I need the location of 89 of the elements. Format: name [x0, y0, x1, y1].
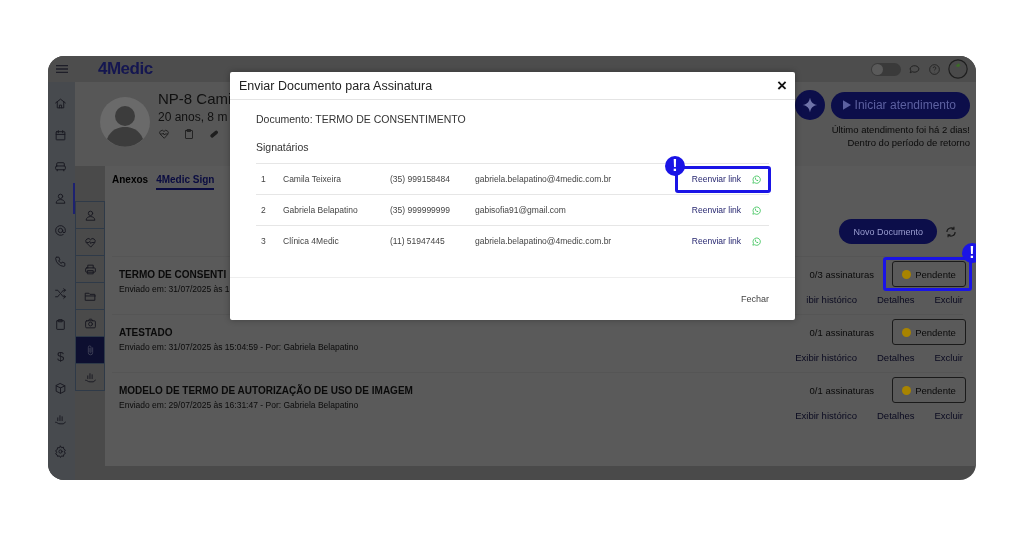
toggle-switch[interactable]	[871, 62, 901, 76]
avatar-icon[interactable]	[948, 59, 968, 79]
settings-icon[interactable]	[54, 444, 67, 458]
alert-badge: !	[664, 155, 685, 176]
signer-name: Camila Teixeira	[283, 174, 342, 184]
status-button[interactable]: Pendente	[892, 377, 966, 403]
calendar-icon[interactable]	[54, 128, 67, 142]
document-name: Documento: TERMO DE CONSENTIMENTO	[256, 113, 467, 125]
alert-badge: !	[962, 243, 976, 263]
action-link[interactable]: Detalhes	[877, 294, 915, 305]
signer-email: gabriela.belapatino@4medic.com.br	[475, 174, 613, 184]
clipboard-icon[interactable]	[54, 318, 67, 332]
section-heading: Signatários	[256, 141, 310, 153]
patient-age: 20 anos, 8 m	[158, 110, 229, 124]
chat-icon[interactable]	[908, 62, 921, 76]
refresh-icon[interactable]	[944, 224, 958, 239]
person-icon[interactable]	[83, 208, 97, 222]
menu-icon[interactable]	[56, 64, 68, 74]
signer-phone: (11) 51947445	[390, 236, 446, 246]
return-note: Dentro do período de retorno	[847, 136, 970, 149]
chart-icon[interactable]	[83, 370, 97, 384]
sent-info: Enviado em: 31/07/2025 às 1	[119, 284, 230, 294]
box-icon[interactable]	[54, 381, 67, 395]
resend-link[interactable]: Reenviar link	[691, 205, 741, 215]
status-button[interactable]: Pendente	[892, 261, 966, 287]
person-icon[interactable]	[54, 192, 67, 206]
sparkle-button[interactable]	[794, 90, 825, 120]
action-link[interactable]: Excluir	[934, 294, 963, 305]
heart-pulse-icon[interactable]	[83, 235, 97, 249]
shuffle-icon[interactable]	[54, 286, 67, 300]
camera-icon[interactable]	[83, 316, 97, 330]
heart-pulse-icon[interactable]	[158, 128, 170, 140]
new-document-button[interactable]: Novo Documento	[839, 219, 937, 244]
logo: 4Medic	[98, 59, 153, 79]
home-icon[interactable]	[54, 97, 67, 111]
document-title: ATESTADO	[119, 327, 174, 338]
document-title: TERMO DE CONSENTI	[119, 269, 228, 280]
close-dialog-button[interactable]: Fechar	[735, 293, 775, 305]
action-link[interactable]: Exibir histórico	[795, 410, 857, 421]
nav-item[interactable]: $	[48, 340, 75, 373]
sent-info: Enviado em: 29/07/2025 às 16:31:47 - Por: Gabriela Belapatino	[119, 400, 360, 410]
status-dot	[902, 269, 912, 279]
signer-name: Gabriela Belapatino	[283, 205, 359, 215]
action-link[interactable]: ibir histórico	[806, 294, 857, 305]
chart-icon[interactable]	[54, 413, 67, 427]
action-link[interactable]: Excluir	[934, 410, 963, 421]
tab[interactable]: Anexos	[112, 168, 149, 190]
last-visit-note: Último atendimento foi há 2 dias!	[831, 123, 970, 136]
dialog-title: Enviar Documento para Assinatura	[239, 78, 433, 93]
row-number: 2	[261, 205, 267, 215]
signer-name: Clínica 4Medic	[283, 236, 340, 246]
chat-bubble-icon[interactable]	[751, 204, 762, 216]
start-appointment-button[interactable]: Iniciar atendimento	[830, 91, 970, 119]
signer-email: gabriela.belapatino@4medic.com.br	[475, 236, 613, 246]
phone-icon[interactable]	[54, 255, 67, 269]
avatar	[100, 97, 150, 147]
signature-count: 0/1 assinaturas	[809, 326, 874, 338]
at-sign-icon[interactable]	[54, 223, 67, 237]
resend-link[interactable]: Reenviar link	[691, 236, 741, 246]
resend-link[interactable]: Reenviar link	[691, 174, 741, 184]
chat-bubble-icon[interactable]	[751, 173, 762, 185]
signer-phone: (35) 999999999	[390, 205, 452, 215]
document-title: MODELO DE TERMO DE AUTORIZAÇÃO DE USO DE IMAGEM	[119, 385, 413, 396]
tool-button[interactable]	[75, 363, 105, 391]
close-button[interactable]: ×	[777, 75, 787, 96]
action-link[interactable]: Excluir	[934, 352, 963, 363]
action-link[interactable]: Detalhes	[877, 410, 915, 421]
sofa-icon[interactable]	[54, 160, 67, 174]
clipboard-icon[interactable]	[183, 128, 195, 140]
signer-phone: (35) 999158484	[390, 174, 452, 184]
sent-info: Enviado em: 31/07/2025 às 15:04:59 - Por: Gabriela Belapatino	[119, 342, 359, 352]
signer-email: gabisofia91@gmail.com	[475, 205, 567, 215]
action-link[interactable]: Exibir histórico	[795, 352, 857, 363]
status-dot	[902, 327, 912, 337]
status-dot	[902, 385, 912, 395]
row-number: 1	[261, 174, 267, 184]
play-icon	[842, 100, 851, 110]
tool-button[interactable]	[75, 336, 105, 364]
signature-count: 0/3 assinaturas	[809, 268, 874, 280]
signature-count: 0/1 assinaturas	[809, 384, 874, 396]
help-icon[interactable]	[928, 62, 941, 76]
status-button[interactable]: Pendente	[892, 319, 966, 345]
printer-icon[interactable]	[83, 262, 97, 276]
tab[interactable]: 4Medic Sign	[156, 168, 215, 190]
chat-bubble-icon[interactable]	[751, 235, 762, 247]
action-link[interactable]: Detalhes	[877, 352, 915, 363]
dollar-sign[interactable]: $	[56, 349, 65, 365]
patient-name: NP-8 Cami	[158, 90, 232, 107]
row-number: 3	[261, 236, 267, 246]
